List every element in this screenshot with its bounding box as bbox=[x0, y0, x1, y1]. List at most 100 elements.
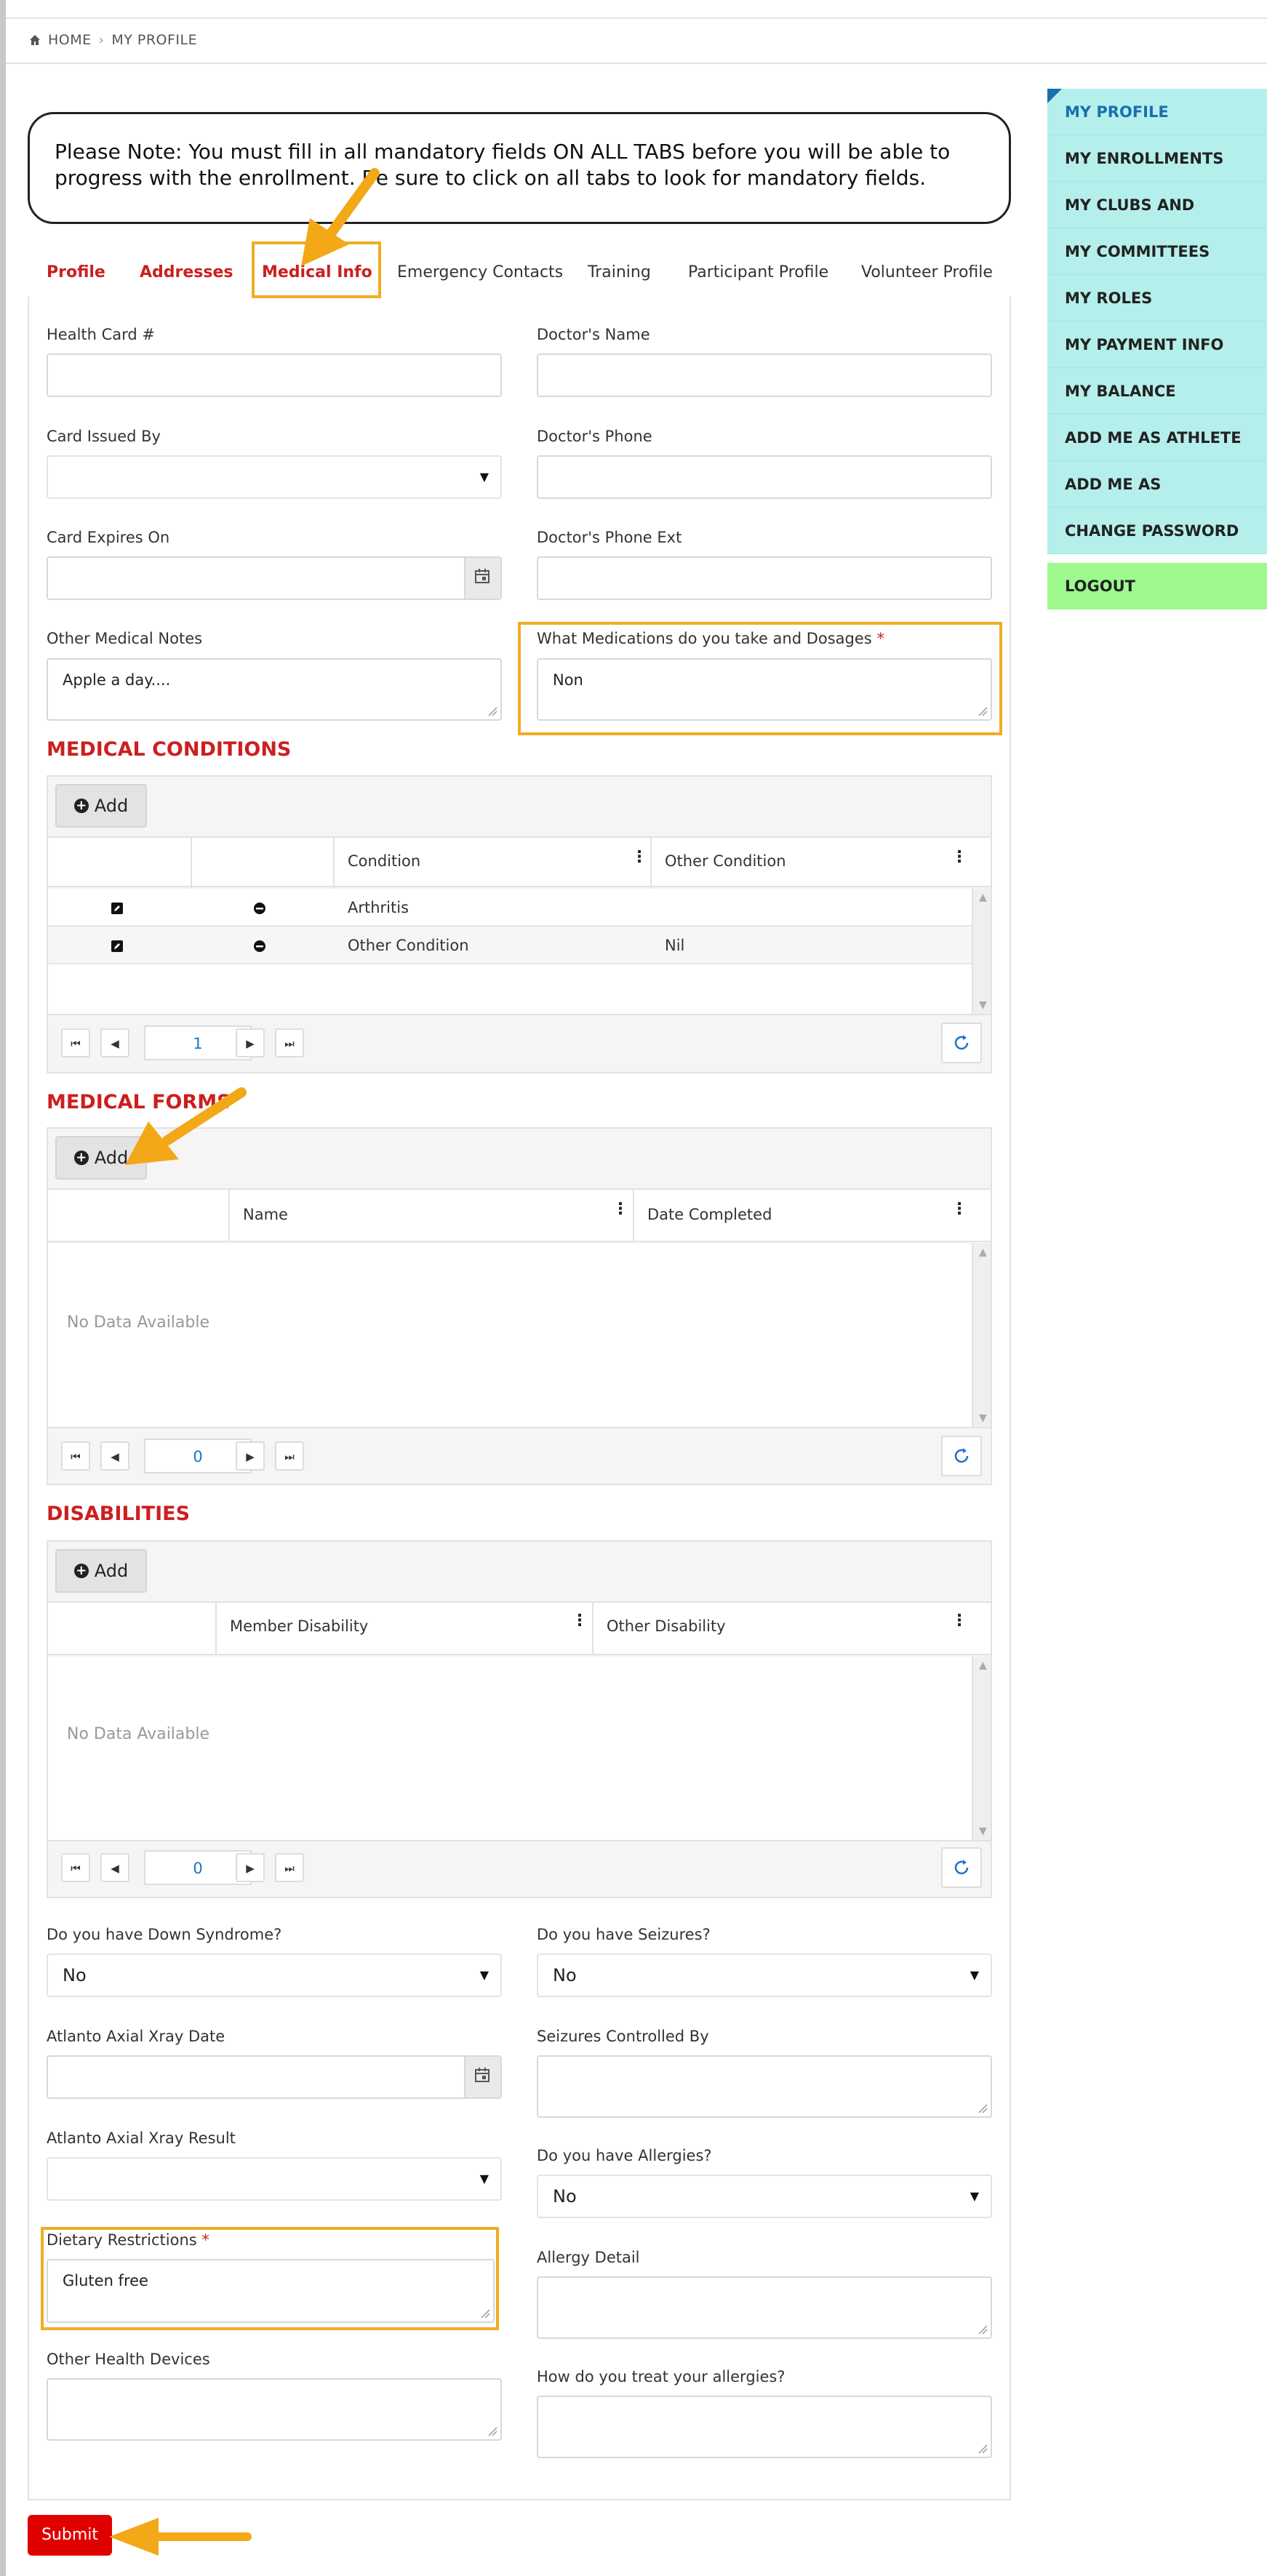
submit-button[interactable]: Submit bbox=[28, 2515, 112, 2556]
other-medical-notes-textarea[interactable]: Apple a day.... bbox=[47, 658, 502, 721]
breadcrumb-separator-icon: › bbox=[98, 32, 105, 48]
last-page-icon[interactable]: ⏭ bbox=[275, 1028, 304, 1057]
vertical-scrollbar[interactable]: ▲ ▼ bbox=[972, 889, 991, 1014]
refresh-button[interactable] bbox=[941, 1847, 982, 1888]
sidebar-item-my-clubs-and-schedule[interactable]: MY CLUBS AND SCHEDULE bbox=[1047, 182, 1267, 260]
remove-icon[interactable] bbox=[253, 940, 266, 953]
doctor-phone-label: Doctor's Phone bbox=[537, 428, 652, 445]
breadcrumb: HOME › MY PROFILE bbox=[29, 32, 197, 48]
doctor-phone-ext-label: Doctor's Phone Ext bbox=[537, 529, 682, 546]
column-menu-icon[interactable]: ⋮ bbox=[631, 848, 647, 866]
logout-button[interactable]: LOGOUT bbox=[1047, 563, 1267, 609]
tab-emergency-contacts[interactable]: Emergency Contacts bbox=[397, 262, 563, 284]
sidebar-item-my-committees[interactable]: MY COMMITTEES bbox=[1047, 228, 1267, 275]
next-page-icon[interactable]: ▶ bbox=[236, 1028, 265, 1057]
sidebar-item-my-profile[interactable]: MY PROFILE bbox=[1047, 89, 1267, 135]
refresh-button[interactable] bbox=[941, 1023, 982, 1063]
resize-grip-icon[interactable] bbox=[487, 706, 497, 716]
seizures-controlled-textarea[interactable] bbox=[537, 2055, 992, 2118]
col-divider bbox=[633, 1190, 634, 1241]
column-menu-icon[interactable]: ⋮ bbox=[572, 1612, 588, 1630]
resize-grip-icon[interactable] bbox=[978, 2103, 988, 2113]
resize-grip-icon[interactable] bbox=[978, 2444, 988, 2454]
doctor-name-input[interactable] bbox=[537, 353, 992, 397]
remove-icon[interactable] bbox=[253, 902, 266, 915]
card-issued-by-label: Card Issued By bbox=[47, 428, 161, 445]
calendar-icon[interactable] bbox=[464, 558, 500, 599]
column-header-other-disability[interactable]: Other Disability bbox=[607, 1617, 726, 1635]
doctor-phone-input[interactable] bbox=[537, 455, 992, 499]
column-header-name[interactable]: Name bbox=[243, 1206, 288, 1223]
card-issued-by-select[interactable]: ▼ bbox=[47, 455, 502, 499]
sidebar-item-add-me-as-volunteer[interactable]: ADD ME AS VOLUNTEER bbox=[1047, 461, 1267, 540]
resize-grip-icon[interactable] bbox=[487, 2426, 497, 2436]
column-menu-icon[interactable]: ⋮ bbox=[951, 1200, 967, 1218]
sidebar-item-my-enrollments[interactable]: MY ENROLLMENTS bbox=[1047, 135, 1267, 182]
tab-training[interactable]: Training bbox=[588, 262, 651, 284]
scroll-down-icon[interactable]: ▼ bbox=[979, 1825, 987, 1837]
column-header-member-disability[interactable]: Member Disability bbox=[230, 1617, 368, 1635]
col-divider bbox=[228, 1190, 230, 1241]
allergy-detail-textarea[interactable] bbox=[537, 2276, 992, 2339]
column-menu-icon[interactable]: ⋮ bbox=[951, 1612, 967, 1630]
vertical-scrollbar[interactable]: ▲ ▼ bbox=[972, 1244, 991, 1427]
atlanto-date-input[interactable] bbox=[47, 2055, 502, 2099]
next-page-icon[interactable]: ▶ bbox=[236, 1853, 265, 1882]
last-page-icon[interactable]: ⏭ bbox=[275, 1441, 304, 1471]
allergies-select[interactable]: No ▼ bbox=[537, 2175, 992, 2218]
scroll-down-icon[interactable]: ▼ bbox=[979, 999, 987, 1011]
edit-icon[interactable] bbox=[111, 902, 124, 915]
tab-participant-profile[interactable]: Participant Profile bbox=[688, 262, 828, 284]
column-header-condition[interactable]: Condition bbox=[348, 852, 420, 870]
health-card-input[interactable] bbox=[47, 353, 502, 397]
medications-textarea[interactable]: Non bbox=[537, 658, 992, 721]
tab-addresses[interactable]: Addresses bbox=[140, 262, 233, 284]
down-syndrome-select[interactable]: No ▼ bbox=[47, 1953, 502, 1997]
other-devices-textarea[interactable] bbox=[47, 2378, 502, 2441]
sidebar-item-my-balance[interactable]: MY BALANCE bbox=[1047, 368, 1267, 415]
last-page-icon[interactable]: ⏭ bbox=[275, 1853, 304, 1882]
refresh-button[interactable] bbox=[941, 1436, 982, 1476]
scroll-up-icon[interactable]: ▲ bbox=[979, 892, 987, 903]
tab-profile[interactable]: Profile bbox=[47, 262, 105, 284]
resize-grip-icon[interactable] bbox=[480, 2308, 490, 2319]
seizures-select[interactable]: No ▼ bbox=[537, 1953, 992, 1997]
edit-icon[interactable] bbox=[111, 940, 124, 953]
prev-page-icon[interactable]: ◀ bbox=[100, 1441, 129, 1471]
sidebar-item-change-password[interactable]: CHANGE PASSWORD bbox=[1047, 508, 1267, 554]
resize-grip-icon[interactable] bbox=[978, 706, 988, 716]
dietary-textarea[interactable]: Gluten free bbox=[47, 2259, 495, 2323]
column-header-date-completed[interactable]: Date Completed bbox=[647, 1206, 772, 1223]
scroll-down-icon[interactable]: ▼ bbox=[979, 1412, 987, 1424]
doctor-phone-ext-input[interactable] bbox=[537, 556, 992, 600]
breadcrumb-home[interactable]: HOME bbox=[48, 32, 92, 48]
column-menu-icon[interactable]: ⋮ bbox=[951, 848, 967, 866]
chevron-down-icon: ▼ bbox=[479, 470, 489, 484]
treat-allergies-label: How do you treat your allergies? bbox=[537, 2368, 786, 2385]
scroll-up-icon[interactable]: ▲ bbox=[979, 1660, 987, 1671]
prev-page-icon[interactable]: ◀ bbox=[100, 1028, 129, 1057]
sidebar-item-add-me-as-athlete[interactable]: ADD ME AS ATHLETE bbox=[1047, 415, 1267, 461]
card-expires-input[interactable] bbox=[47, 556, 502, 600]
other-condition-cell: Nil bbox=[665, 937, 685, 954]
prev-page-icon[interactable]: ◀ bbox=[100, 1853, 129, 1882]
next-page-icon[interactable]: ▶ bbox=[236, 1441, 265, 1471]
first-page-icon[interactable]: ⏮ bbox=[61, 1441, 90, 1471]
scroll-up-icon[interactable]: ▲ bbox=[979, 1247, 987, 1258]
first-page-icon[interactable]: ⏮ bbox=[61, 1028, 90, 1057]
table-row bbox=[48, 889, 972, 927]
disabilities-add-button[interactable]: + Add bbox=[55, 1549, 147, 1593]
calendar-icon[interactable] bbox=[464, 2057, 500, 2097]
first-page-icon[interactable]: ⏮ bbox=[61, 1853, 90, 1882]
medical-conditions-add-button[interactable]: + Add bbox=[55, 784, 147, 828]
sidebar-item-my-roles[interactable]: MY ROLES bbox=[1047, 275, 1267, 321]
treat-allergies-textarea[interactable] bbox=[537, 2396, 992, 2458]
column-menu-icon[interactable]: ⋮ bbox=[612, 1200, 628, 1218]
vertical-scrollbar[interactable]: ▲ ▼ bbox=[972, 1657, 991, 1840]
tab-volunteer-profile[interactable]: Volunteer Profile bbox=[861, 262, 993, 284]
resize-grip-icon[interactable] bbox=[978, 2324, 988, 2335]
atlanto-result-select[interactable]: ▼ bbox=[47, 2157, 502, 2201]
column-header-other-condition[interactable]: Other Condition bbox=[665, 852, 786, 870]
sidebar-item-my-payment-info[interactable]: MY PAYMENT INFO bbox=[1047, 321, 1267, 368]
chevron-down-icon: ▼ bbox=[970, 2189, 979, 2203]
